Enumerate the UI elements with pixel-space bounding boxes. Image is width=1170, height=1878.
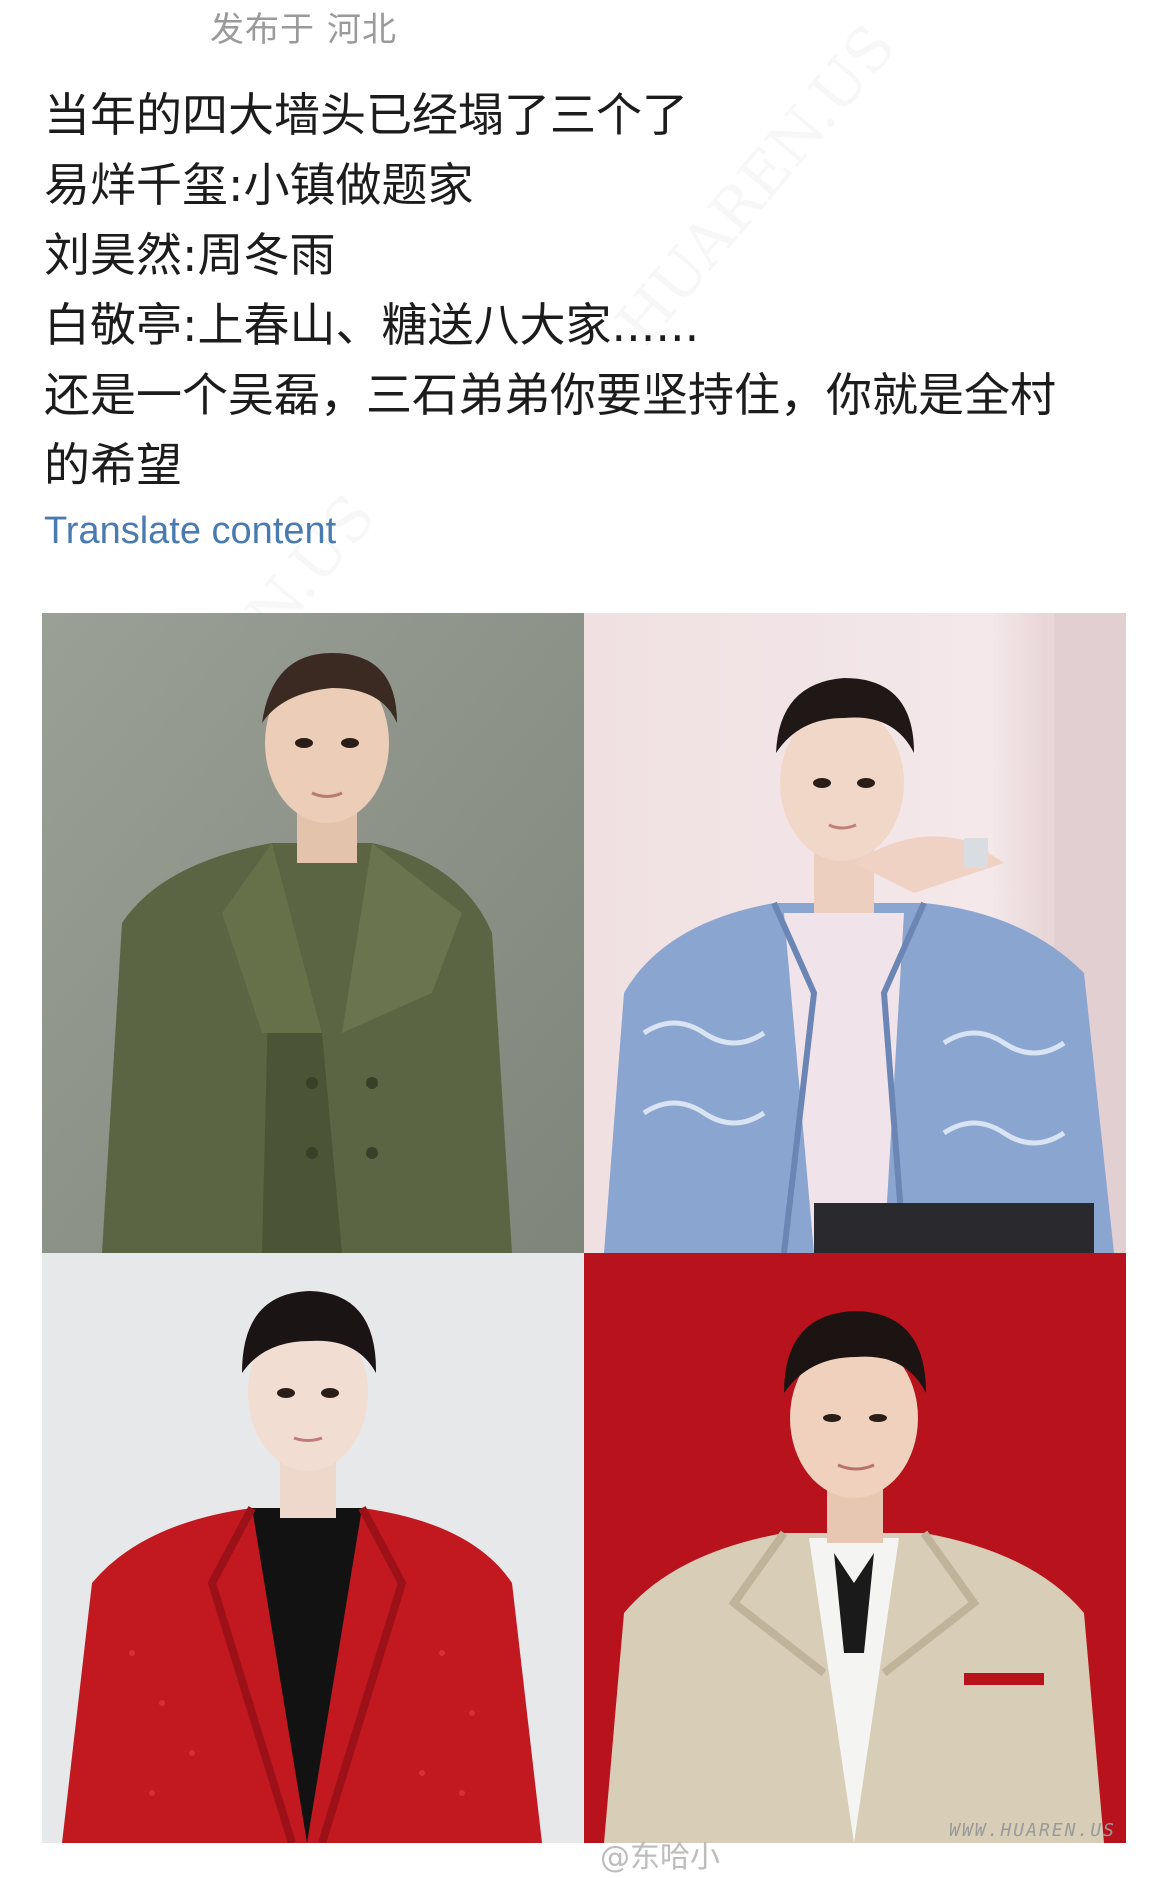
post-location: 发布于 河北 — [210, 2, 397, 51]
weibo-post: HUAREN.US HUAREN.US 发布于河北 当年的四大墙头已经塌了三个了… — [0, 0, 1170, 1878]
location-name: 河北 — [327, 10, 397, 50]
post-line: 易烊千玺:小镇做题家 — [44, 158, 474, 212]
photo-illustration — [42, 613, 584, 1253]
post-line: 的希望 — [44, 438, 182, 492]
photo-illustration — [584, 613, 1126, 1253]
photo-credit: @东哈小 — [600, 1840, 720, 1875]
photo-top-right[interactable] — [584, 613, 1126, 1253]
photo-illustration — [42, 1253, 584, 1843]
post-line: 刘昊然:周冬雨 — [44, 228, 336, 282]
photo-illustration — [584, 1253, 1126, 1843]
post-line: 当年的四大墙头已经塌了三个了 — [44, 88, 688, 142]
photo-bottom-right[interactable]: WWW.HUAREN.US — [584, 1253, 1126, 1843]
posted-prefix: 发布于 — [210, 10, 315, 50]
post-text: 当年的四大墙头已经塌了三个了 易烊千玺:小镇做题家 刘昊然:周冬雨 白敬亭:上春… — [44, 80, 1134, 500]
photo-top-left[interactable] — [42, 613, 584, 1253]
post-line: 白敬亭:上春山、糖送八大家...... — [44, 298, 700, 352]
site-watermark: WWW.HUAREN.US — [949, 1820, 1116, 1841]
post-line: 还是一个吴磊，三石弟弟你要坚持住，你就是全村 — [44, 368, 1056, 422]
photo-bottom-left[interactable] — [42, 1253, 584, 1843]
photo-grid: WWW.HUAREN.US — [42, 613, 1126, 1843]
translate-content-link[interactable]: Translate content — [44, 510, 336, 553]
